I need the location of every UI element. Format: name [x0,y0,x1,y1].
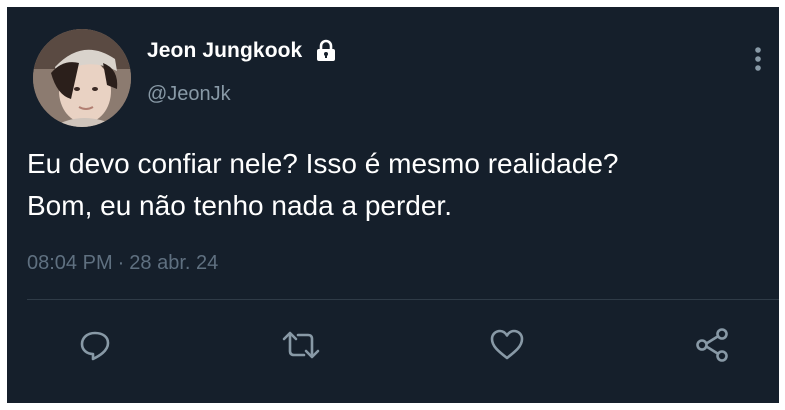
share-button[interactable] [690,325,734,369]
share-icon [693,326,731,369]
retweet-icon [280,327,322,368]
action-bar [7,325,779,373]
divider [27,299,779,300]
tweet-text-line-2: Bom, eu não tenho nada a perder. [27,190,452,221]
tweet-time: 08:04 PM [27,252,113,274]
display-name[interactable]: Jeon Jungkook [147,39,302,63]
avatar[interactable] [33,29,131,127]
heart-icon [488,327,526,368]
reply-button[interactable] [73,325,117,369]
meta-separator: · [117,252,125,274]
tweet-date: 28 abr. 24 [129,252,219,274]
user-name-row: Jeon Jungkook [147,39,338,63]
more-vertical-icon[interactable] [751,45,765,73]
avatar-photo [33,29,131,127]
user-handle[interactable]: @JeonJk [147,83,231,106]
retweet-button[interactable] [279,325,323,369]
tweet-card: Jeon Jungkook @JeonJk Eu devo confiar ne… [7,7,779,403]
like-button[interactable] [485,325,529,369]
tweet-text-line-1: Eu devo confiar nele? Isso é mesmo reali… [27,148,619,179]
lock-icon [314,39,338,63]
tweet-timestamp[interactable]: 08:04 PM · 28 abr. 24 [27,252,218,275]
reply-icon [77,327,113,368]
tweet-text: Eu devo confiar nele? Isso é mesmo reali… [27,143,767,227]
